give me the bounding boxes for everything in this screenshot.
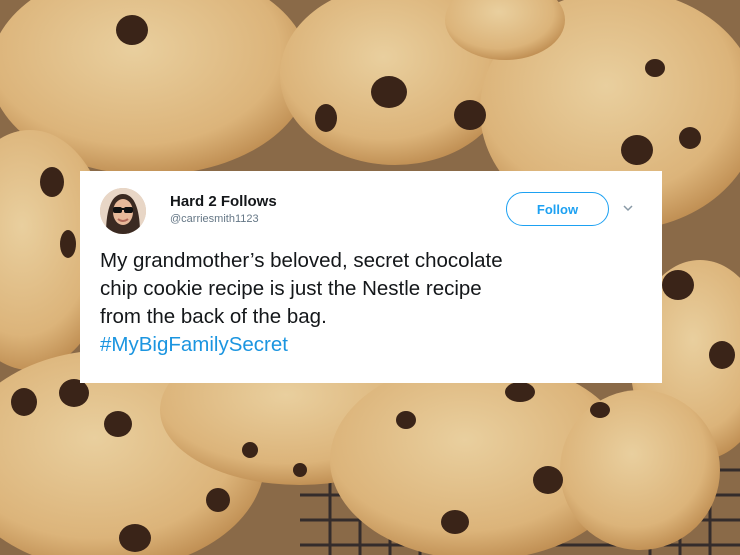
hashtag-link[interactable]: #MyBigFamilySecret (100, 331, 652, 359)
display-name[interactable]: Hard 2 Follows (170, 193, 277, 210)
follow-button-label: Follow (536, 201, 579, 217)
tweet-text-line: My grandmother’s beloved, secret chocola… (100, 249, 503, 272)
tweet-text-line: from the back of the bag. (100, 305, 327, 328)
follow-button[interactable]: Follow (506, 192, 609, 226)
user-handle[interactable]: @carriesmith1123 (170, 213, 259, 225)
chevron-down-icon[interactable] (621, 201, 635, 215)
profile-avatar-icon (100, 188, 146, 234)
tweet-text-line: chip cookie recipe is just the Nestle re… (100, 277, 482, 300)
tweet-text: My grandmother’s beloved, secret chocola… (100, 247, 652, 359)
avatar[interactable] (100, 188, 146, 234)
tweet-card: Hard 2 Follows @carriesmith1123 Follow M… (80, 171, 662, 383)
